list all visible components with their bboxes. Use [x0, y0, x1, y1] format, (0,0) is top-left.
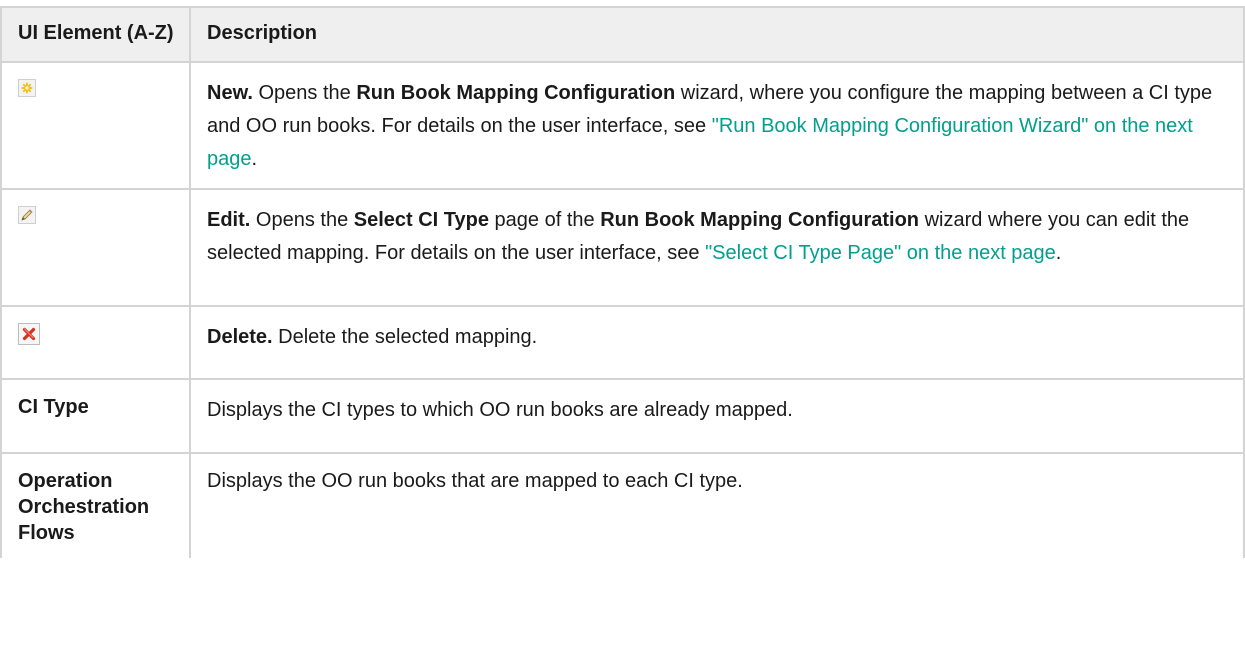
description-cell: New. Opens the Run Book Mapping Configur… [189, 61, 1245, 190]
table-header-row: UI Element (A-Z) Description [0, 6, 1245, 63]
term-operation-orchestration-flows: Operation Orchestration Flows [0, 452, 191, 558]
term-edit: Edit. [207, 209, 251, 231]
ui-element-table: UI Element (A-Z) Description New. Opens … [0, 6, 1245, 558]
description-cell: Delete. Delete the selected mapping. [189, 305, 1245, 380]
desc-bold: Run Book Mapping Configuration [600, 209, 920, 231]
description-cell: Displays the CI types to which OO run bo… [189, 378, 1245, 454]
desc-text: Opens the [250, 209, 354, 231]
term-delete: Delete. [207, 326, 273, 348]
ui-element-cell [0, 61, 191, 190]
header-description: Description [189, 6, 1245, 63]
select-ci-type-link[interactable]: "Select CI Type Page" on the next page [705, 242, 1056, 264]
desc-bold: Select CI Type [353, 209, 489, 231]
delete-icon [18, 323, 40, 345]
desc-bold: Run Book Mapping Configuration [356, 82, 676, 104]
ui-element-cell [0, 305, 191, 380]
desc-text: Delete the selected mapping. [272, 326, 538, 348]
term-ci-type: CI Type [0, 378, 191, 454]
new-icon [18, 79, 36, 97]
table-row: Edit. Opens the Select CI Type page of t… [0, 188, 1245, 307]
table-row: New. Opens the Run Book Mapping Configur… [0, 61, 1245, 190]
table-row: Operation Orchestration Flows Displays t… [0, 452, 1245, 558]
description-cell: Displays the OO run books that are mappe… [189, 452, 1245, 558]
term-new: New. [207, 82, 253, 104]
edit-icon [18, 206, 36, 224]
header-ui-element: UI Element (A-Z) [0, 6, 191, 63]
desc-text: . [1055, 242, 1062, 264]
ui-element-cell [0, 188, 191, 307]
table-row: CI Type Displays the CI types to which O… [0, 378, 1245, 454]
desc-text: page of the [488, 209, 601, 231]
description-cell: Edit. Opens the Select CI Type page of t… [189, 188, 1245, 307]
desc-text: Opens the [252, 82, 357, 104]
table-row: Delete. Delete the selected mapping. [0, 305, 1245, 380]
desc-text: . [251, 148, 258, 170]
